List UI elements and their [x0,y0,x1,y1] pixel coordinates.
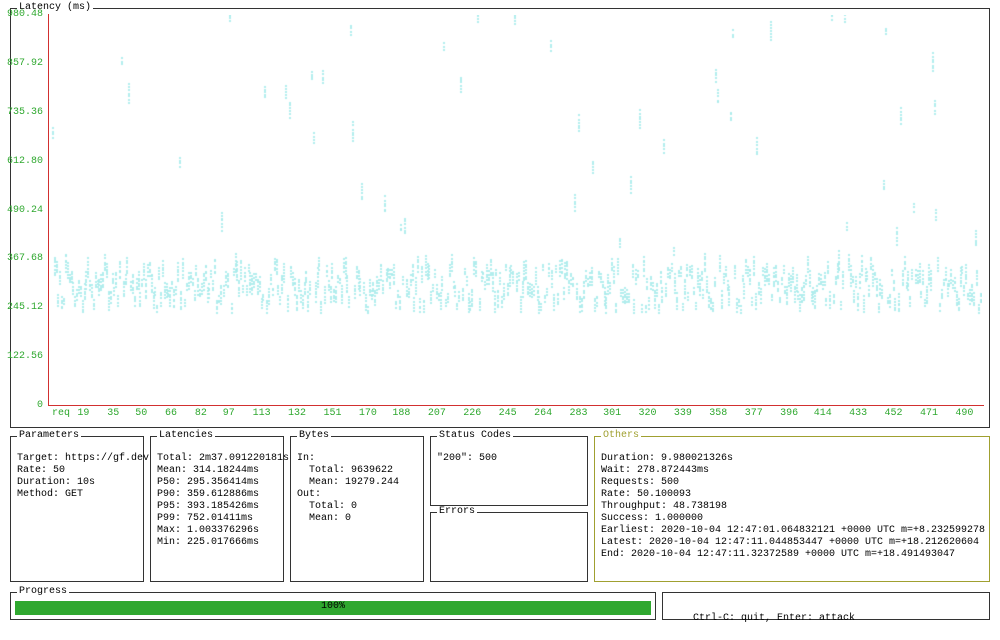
x-tick-label: 35 [107,408,119,419]
bytes-out-header: Out: [297,489,321,500]
latency-scatter-plot [50,15,982,405]
bytes-panel: Bytes In: Total: 9639622 Mean: 19279.244… [290,436,424,582]
x-tick-label: 188 [392,408,410,419]
x-tick-label: 82 [195,408,207,419]
y-tick-label: 122.56 [7,351,43,362]
x-tick-label: 132 [288,408,306,419]
lat-p50: P50: 295.356414ms [157,477,259,488]
param-target: Target: https://gf.dev [17,453,149,464]
x-tick-label: 19 [77,408,89,419]
progress-bar: 100% [15,601,651,615]
parameters-panel: Parameters Target: https://gf.dev Rate: … [10,436,144,582]
others-latest: Latest: 2020-10-04 12:47:11.044853447 +0… [601,537,979,548]
others-legend: Others [601,430,641,441]
others-requests: Requests: 500 [601,477,679,488]
x-tick-label: 301 [603,408,621,419]
others-rate: Rate: 50.100093 [601,489,691,500]
x-tick-label: 433 [849,408,867,419]
lat-min: Min: 225.017666ms [157,537,259,548]
others-throughput: Throughput: 48.738198 [601,501,727,512]
bytes-legend: Bytes [297,430,331,441]
bytes-in-mean: Mean: 19279.244 [297,477,399,488]
bytes-out-total: Total: 0 [297,501,357,512]
bytes-in-header: In: [297,453,315,464]
y-tick-label: 735.36 [7,107,43,118]
status-codes-panel: Status Codes "200": 500 [430,436,588,506]
x-tick-label: 320 [638,408,656,419]
lat-p95: P95: 393.185426ms [157,501,259,512]
x-tick-label: 113 [253,408,271,419]
x-tick-label: 245 [499,408,517,419]
help-panel: Ctrl-C: quit, Enter: attack [662,592,990,620]
param-rate: Rate: 50 [17,465,65,476]
parameters-legend: Parameters [17,430,81,441]
y-tick-label: 245.12 [7,302,43,313]
lat-max: Max: 1.003376296s [157,525,259,536]
progress-legend: Progress [17,586,69,597]
y-tick-label: 0 [37,400,43,411]
others-panel: Others Duration: 9.980021326s Wait: 278.… [594,436,990,582]
x-tick-label: 50 [135,408,147,419]
chart-y-axis [48,14,49,406]
chart-x-label: req [52,408,70,419]
lat-total: Total: 2m37.091220181s [157,453,289,464]
others-earliest: Earliest: 2020-10-04 12:47:01.064832121 … [601,525,985,536]
bytes-out-mean: Mean: 0 [297,513,351,524]
x-tick-label: 414 [814,408,832,419]
y-tick-label: 612.80 [7,156,43,167]
x-tick-label: 471 [920,408,938,419]
x-tick-label: 264 [534,408,552,419]
x-tick-label: 377 [745,408,763,419]
y-tick-label: 367.68 [7,253,43,264]
y-tick-label: 980.48 [7,9,43,20]
x-tick-label: 396 [780,408,798,419]
others-duration: Duration: 9.980021326s [601,453,733,464]
x-tick-label: 358 [709,408,727,419]
param-duration: Duration: 10s [17,477,95,488]
lat-p99: P99: 752.01411ms [157,513,253,524]
chart-x-axis [48,405,984,406]
others-wait: Wait: 278.872443ms [601,465,709,476]
lat-mean: Mean: 314.18244ms [157,465,259,476]
x-tick-label: 490 [955,408,973,419]
latencies-panel: Latencies Total: 2m37.091220181s Mean: 3… [150,436,284,582]
x-tick-label: 339 [674,408,692,419]
x-tick-label: 151 [323,408,341,419]
x-tick-label: 66 [165,408,177,419]
x-tick-label: 97 [223,408,235,419]
param-method: Method: GET [17,489,83,500]
others-end: End: 2020-10-04 12:47:11.32372589 +0000 … [601,549,955,560]
x-tick-label: 207 [428,408,446,419]
status-codes-legend: Status Codes [437,430,513,441]
errors-panel: Errors [430,512,588,582]
errors-legend: Errors [437,506,477,517]
x-tick-label: 170 [359,408,377,419]
progress-panel: Progress 100% [10,592,656,620]
others-success: Success: 1.000000 [601,513,703,524]
lat-p90: P90: 359.612886ms [157,489,259,500]
x-tick-label: 283 [570,408,588,419]
progress-percent: 100% [321,601,345,612]
y-tick-label: 857.92 [7,58,43,69]
x-tick-label: 452 [885,408,903,419]
x-tick-label: 226 [463,408,481,419]
help-text[interactable]: Ctrl-C: quit, Enter: attack [693,613,855,624]
bytes-in-total: Total: 9639622 [297,465,393,476]
status-code-line: "200": 500 [437,453,497,464]
y-tick-label: 490.24 [7,205,43,216]
latencies-legend: Latencies [157,430,215,441]
